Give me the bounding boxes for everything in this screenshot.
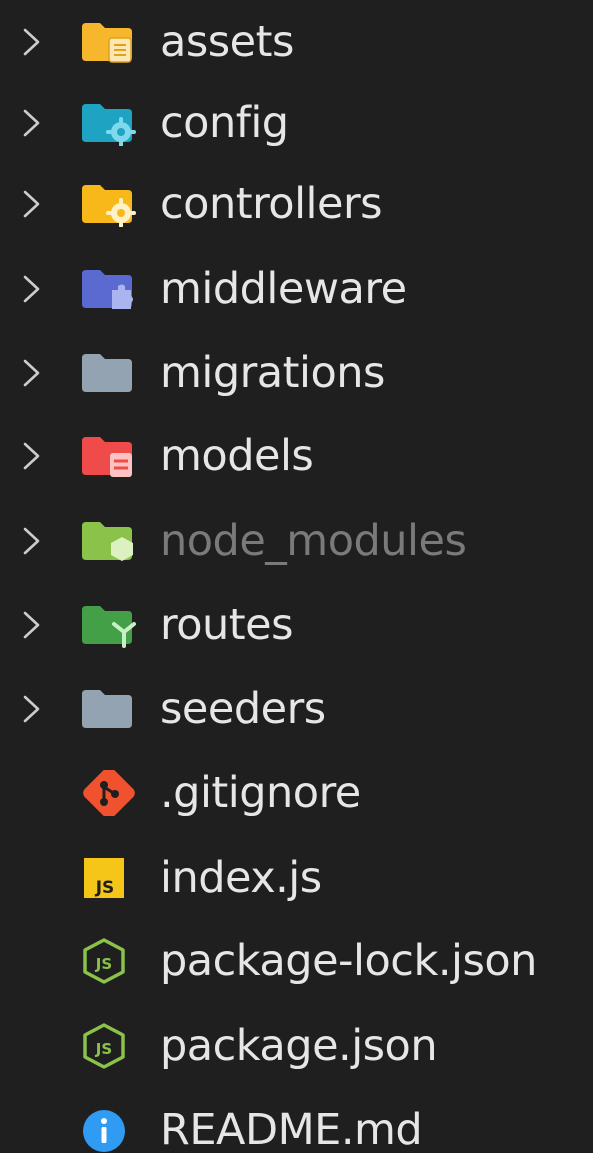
tree-item-label: seeders	[160, 684, 326, 734]
javascript-icon: JS	[84, 858, 124, 898]
tree-item-index-js[interactable]: JS index.js	[0, 836, 593, 920]
folder-generic-icon	[82, 354, 132, 392]
tree-item-label: migrations	[160, 348, 385, 398]
chevron-right-icon[interactable]	[16, 358, 46, 388]
folder-models-icon	[82, 437, 132, 477]
tree-item-seeders[interactable]: seeders	[0, 667, 593, 751]
tree-item-label: node_modules	[160, 516, 467, 566]
folder-config-icon	[82, 104, 136, 146]
tree-item-label: routes	[160, 600, 294, 650]
tree-item-assets[interactable]: assets	[0, 0, 593, 84]
chevron-right-icon[interactable]	[16, 27, 46, 57]
folder-assets-icon	[82, 23, 132, 63]
folder-node-icon	[82, 522, 133, 561]
tree-item-models[interactable]: models	[0, 414, 593, 498]
chevron-right-icon[interactable]	[16, 526, 46, 556]
tree-item-label: assets	[160, 17, 294, 67]
tree-item-migrations[interactable]: migrations	[0, 331, 593, 415]
file-explorer: assets config controllers middleware mig…	[0, 0, 593, 1153]
folder-controllers-icon	[82, 185, 136, 227]
tree-item-gitignore[interactable]: .gitignore	[0, 751, 593, 835]
tree-item-readme-md[interactable]: README.md	[0, 1088, 593, 1153]
tree-item-controllers[interactable]: controllers	[0, 162, 593, 246]
tree-item-label: middleware	[160, 264, 407, 314]
chevron-right-icon[interactable]	[16, 274, 46, 304]
tree-item-config[interactable]: config	[0, 81, 593, 165]
svg-text:JS: JS	[95, 955, 112, 973]
folder-routes-icon	[82, 606, 136, 648]
tree-item-routes[interactable]: routes	[0, 583, 593, 667]
tree-item-label: .gitignore	[160, 768, 361, 818]
nodejs-icon: JS	[83, 1023, 125, 1069]
git-icon	[83, 770, 135, 816]
info-icon	[83, 1110, 125, 1152]
chevron-right-icon[interactable]	[16, 108, 46, 138]
tree-item-package-lock-json[interactable]: JS package-lock.json	[0, 919, 593, 1003]
tree-item-label: controllers	[160, 179, 383, 229]
tree-item-label: index.js	[160, 853, 322, 903]
tree-item-label: package.json	[160, 1021, 438, 1071]
tree-item-node-modules[interactable]: node_modules	[0, 499, 593, 583]
tree-item-label: README.md	[160, 1105, 423, 1153]
tree-item-label: config	[160, 98, 289, 148]
folder-middleware-icon	[82, 270, 133, 309]
folder-generic-icon	[82, 690, 132, 728]
tree-item-label: models	[160, 431, 314, 481]
tree-item-label: package-lock.json	[160, 936, 537, 986]
tree-item-package-json[interactable]: JS package.json	[0, 1004, 593, 1088]
tree-item-middleware[interactable]: middleware	[0, 247, 593, 331]
svg-text:JS: JS	[95, 1040, 112, 1058]
chevron-right-icon[interactable]	[16, 610, 46, 640]
svg-text:JS: JS	[95, 878, 115, 898]
chevron-right-icon[interactable]	[16, 694, 46, 724]
chevron-right-icon[interactable]	[16, 441, 46, 471]
nodejs-icon: JS	[83, 938, 125, 984]
chevron-right-icon[interactable]	[16, 189, 46, 219]
